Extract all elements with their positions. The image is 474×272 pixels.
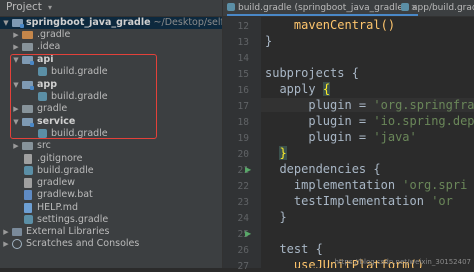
scratches-icon bbox=[12, 239, 22, 249]
folder-icon bbox=[22, 142, 33, 150]
line-number: 16 bbox=[237, 85, 249, 96]
module-folder-icon bbox=[12, 19, 24, 28]
tree-item-gitignore[interactable]: .gitignore bbox=[0, 153, 222, 165]
line-number: 20 bbox=[237, 149, 249, 160]
tree-item-idea[interactable]: ▶ .idea bbox=[0, 41, 222, 53]
line-number: 18 bbox=[237, 117, 249, 128]
tree-item-label: HELP.md bbox=[37, 202, 78, 213]
code-area[interactable]: mavenCentral() } subprojects { apply { p… bbox=[261, 17, 474, 268]
tab-root-build-gradle[interactable]: build.gradle (springboot_java_gradle) × bbox=[227, 0, 418, 16]
tree-item-label: Scratches and Consoles bbox=[26, 238, 140, 249]
line-number: 27 bbox=[237, 261, 249, 272]
tree-item-help-md[interactable]: HELP.md bbox=[0, 202, 222, 214]
tree-item-settings-gradle[interactable]: settings.gradle bbox=[0, 214, 222, 226]
line-number: 14 bbox=[237, 53, 249, 64]
run-gutter-icon[interactable]: ▶ bbox=[245, 165, 251, 174]
tree-item-external-libraries[interactable]: ▶ External Libraries bbox=[0, 226, 222, 238]
file-icon bbox=[24, 154, 32, 164]
gradle-file-icon bbox=[24, 166, 33, 175]
code-line-current: plugin = 'org.springfran bbox=[261, 98, 474, 112]
tree-item-scratches[interactable]: ▶ Scratches and Consoles bbox=[0, 238, 222, 250]
batch-file-icon bbox=[24, 190, 32, 200]
tree-item-label: .idea bbox=[37, 41, 61, 52]
tree-item-gradlew-bat[interactable]: gradlew.bat bbox=[0, 189, 222, 201]
line-number: 22 bbox=[237, 181, 249, 192]
code-line: } bbox=[279, 146, 287, 160]
line-number: 15 bbox=[237, 69, 249, 80]
excluded-folder-icon bbox=[22, 31, 33, 39]
expand-arrow-icon[interactable]: ▼ bbox=[2, 17, 10, 29]
code-line: } bbox=[265, 34, 273, 48]
tree-item-label: .gradle bbox=[37, 29, 71, 40]
code-line: apply { bbox=[279, 82, 331, 96]
tree-item-label: gradlew.bat bbox=[37, 189, 93, 200]
highlight-box bbox=[10, 54, 157, 139]
code-line: subprojects { bbox=[265, 66, 359, 80]
tab-label: app/build.gradle bbox=[412, 3, 474, 13]
tree-item-dot-gradle[interactable]: ▶ .gradle bbox=[0, 29, 222, 41]
line-number: 19 bbox=[237, 133, 249, 144]
collapse-arrow-icon[interactable]: ▶ bbox=[12, 140, 20, 152]
chevron-down-icon[interactable]: ▾ bbox=[48, 3, 52, 12]
line-number: 26 bbox=[237, 245, 249, 256]
tree-item-label: build.gradle bbox=[37, 165, 94, 176]
tree-item-label: .gitignore bbox=[37, 153, 83, 164]
tree-item-src[interactable]: ▶ src bbox=[0, 140, 222, 152]
code-line: test { bbox=[279, 242, 323, 256]
project-panel-header[interactable]: Project ▾ bbox=[0, 0, 222, 17]
gradle-file-icon bbox=[401, 3, 409, 11]
tab-app-build-gradle[interactable]: app/build.gradle× bbox=[401, 0, 474, 16]
tree-item-build-gradle[interactable]: build.gradle bbox=[0, 165, 222, 177]
tree-item-gradlew[interactable]: gradlew bbox=[0, 177, 222, 189]
watermark: https://blog.csdn.net/weixin_30152407 bbox=[334, 258, 471, 266]
code-line: plugin = 'java' bbox=[308, 130, 417, 144]
project-panel-title[interactable]: Project bbox=[6, 1, 42, 13]
tree-item-label: External Libraries bbox=[26, 226, 110, 237]
line-number: 13 bbox=[237, 37, 249, 48]
code-line: dependencies { bbox=[279, 162, 381, 176]
tree-item-label: springboot_java_gradle ~/Desktop/self_pr… bbox=[26, 17, 222, 28]
editor-tab-bar: build.gradle (springboot_java_gradle) × a… bbox=[223, 0, 474, 17]
code-line: testImplementation 'or bbox=[293, 194, 453, 208]
tree-item-root[interactable]: ▼ springboot_java_gradle ~/Desktop/self_… bbox=[0, 17, 222, 29]
collapse-arrow-icon[interactable]: ▶ bbox=[2, 238, 10, 250]
tree-item-label: gradlew bbox=[37, 177, 76, 188]
code-line: plugin = 'io.spring.depe bbox=[308, 114, 474, 128]
code-line: } bbox=[279, 210, 287, 224]
line-number: 24 bbox=[237, 213, 249, 224]
run-gutter-icon[interactable]: ▶ bbox=[245, 229, 251, 238]
folder-icon bbox=[22, 43, 33, 51]
line-number: 17 bbox=[237, 101, 249, 112]
code-line: mavenCentral() bbox=[293, 18, 396, 32]
tab-label: build.gradle (springboot_java_gradle) bbox=[238, 3, 407, 13]
tree-item-label: src bbox=[37, 140, 51, 151]
markdown-file-icon bbox=[24, 203, 32, 213]
line-number: 12 bbox=[237, 21, 249, 32]
file-icon bbox=[24, 178, 32, 188]
code-line: implementation 'org.spri bbox=[293, 178, 468, 192]
line-number-gutter: 12 13 14 15 16 17 18 19 20 21 22 23 24 2… bbox=[223, 17, 261, 272]
project-panel: Project ▾ ▼ springboot_java_gradle ~/Des… bbox=[0, 0, 222, 268]
collapse-arrow-icon[interactable]: ▶ bbox=[12, 41, 20, 53]
gradle-file-icon bbox=[24, 215, 33, 224]
tree-item-label: settings.gradle bbox=[37, 214, 109, 225]
editor: build.gradle (springboot_java_gradle) × a… bbox=[222, 0, 474, 272]
library-icon bbox=[12, 228, 22, 236]
gradle-file-icon bbox=[227, 3, 235, 11]
ide-window: Project ▾ ▼ springboot_java_gradle ~/Des… bbox=[0, 0, 474, 272]
line-number: 23 bbox=[237, 197, 249, 208]
collapse-arrow-icon[interactable]: ▶ bbox=[2, 226, 10, 238]
collapse-arrow-icon[interactable]: ▶ bbox=[12, 29, 20, 41]
